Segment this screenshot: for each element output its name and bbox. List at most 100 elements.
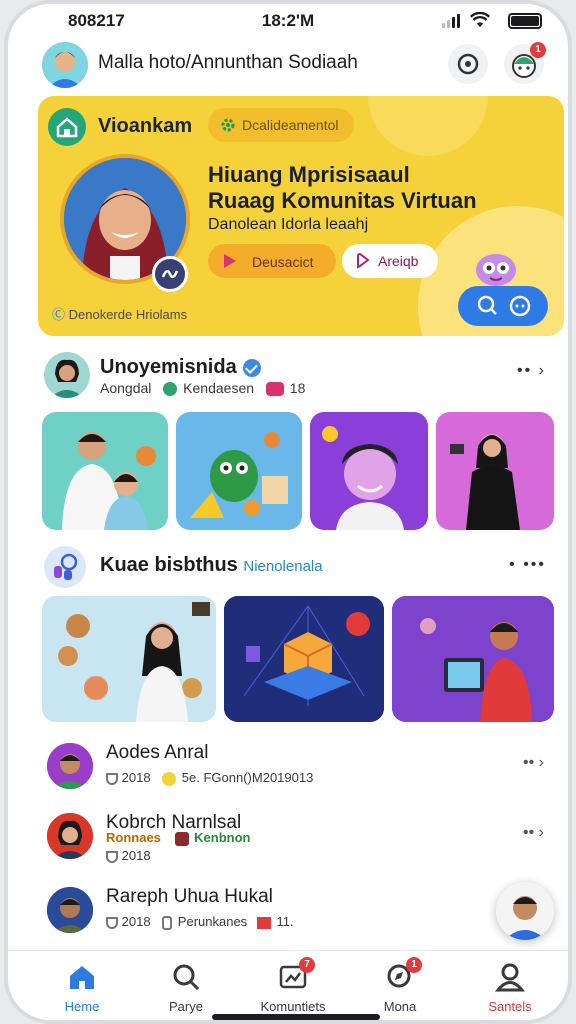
hero-category-badge[interactable]: Dcalideamentol — [208, 108, 354, 142]
hero-secondary-label: Areiqb — [378, 253, 419, 269]
section2-more-button[interactable]: • ••• — [509, 556, 546, 574]
comment-icon — [162, 915, 173, 930]
compass-icon — [457, 53, 479, 75]
section-more-button[interactable]: •• › — [517, 362, 546, 380]
list-meta-3: 2018 Perunkanes 11. — [106, 914, 294, 930]
section-title-text: Unoyemisnida — [100, 356, 237, 378]
nav-explore-label: Mona — [383, 999, 417, 1014]
list-name-3: Rareph Uhua Hukal — [106, 886, 273, 907]
search-chat-icon — [477, 295, 531, 317]
top-header: Malla hoto/Annunthan Sodiaah 1 — [8, 38, 568, 94]
hero-title-line2: Ruaag Komunitas Virtuan — [208, 188, 477, 213]
list-meta-1-date: 2018 — [121, 770, 151, 785]
profile-icon — [494, 963, 526, 992]
section2-title-text: Kuae bisbthus — [100, 554, 238, 576]
section-featured-header: Unoyemisnida Aongdal Kendaesen 18 •• › — [8, 350, 568, 406]
nav-home-label: Heme — [64, 999, 100, 1014]
section2-link[interactable]: Nienolenala — [243, 558, 322, 575]
signal-icon — [442, 14, 460, 28]
nav-communities-label: Komuntiets — [260, 999, 326, 1014]
list-meta-1: 2018 5e. FGonn()M2019013 — [106, 770, 313, 786]
profile-avatar-icon — [496, 882, 554, 940]
list-meta-2: 2018 — [106, 848, 151, 863]
list-item-3[interactable]: Rareph Uhua Hukal 2018 Perunkanes 11. — [8, 878, 568, 942]
wave-icon — [161, 269, 179, 279]
list-more-2[interactable]: •• › — [523, 824, 544, 842]
list-more-1[interactable]: •• › — [523, 754, 544, 772]
explore-badge: 1 — [406, 957, 422, 973]
nav-profile-label: Santels — [488, 999, 532, 1014]
hero-banner[interactable]: Vioankam Dcalideamentol Hiuang Mprisisaa… — [38, 96, 564, 336]
phone-frame: 808217 18:2'M Malla hoto/Annunthan Sodia… — [4, 0, 572, 1024]
hero-footer-label: Denokerde Hriolams — [68, 307, 188, 322]
nav-communities[interactable]: 7 Komuntiets — [245, 957, 341, 1014]
notifications-button[interactable]: 1 — [504, 42, 546, 84]
user-avatar[interactable] — [42, 42, 88, 88]
leaf-icon — [163, 382, 178, 397]
home-icon — [70, 966, 94, 989]
media-thumb-4[interactable] — [436, 412, 554, 530]
list-tag-2a: Ronnaes — [106, 830, 161, 845]
media-thumb-1[interactable] — [42, 412, 168, 530]
list-name-1: Aodes Anral — [106, 742, 209, 763]
notification-badge: 1 — [530, 42, 546, 58]
nav-profile[interactable]: Santels — [462, 961, 558, 1014]
list-item-2[interactable]: Kobrch Narnlsal Ronnaes Kenbnon 2018 •• … — [8, 804, 568, 868]
list-item-1[interactable]: Aodes Anral 2018 5e. FGonn()M2019013 •• … — [8, 734, 568, 798]
tag-icon — [174, 831, 189, 846]
hero-subtitle: Danolean Idorla leaahj — [208, 216, 369, 233]
community-icon — [54, 553, 78, 580]
section-trending-header: Kuae bisbthus Nienolenala • ••• — [8, 544, 568, 590]
hero-footer-text: Ⓒ Denokerde Hriolams — [52, 307, 188, 322]
section2-icon[interactable] — [44, 546, 86, 588]
hero-voice-button[interactable] — [152, 256, 188, 292]
section2-title: Kuae bisbthus Nienolenala — [100, 554, 323, 577]
mascot-icon — [476, 254, 516, 286]
verified-icon — [242, 358, 261, 377]
media-thumb-2[interactable] — [176, 412, 302, 530]
section-avatar[interactable] — [44, 352, 90, 398]
list-avatar-2 — [44, 810, 96, 862]
media-thumb-6[interactable] — [224, 596, 384, 722]
nav-home[interactable]: Heme — [34, 961, 130, 1014]
list-meta-3-date: 2018 — [121, 914, 151, 929]
section-meta-text: Aongdal — [100, 380, 152, 396]
compass-button[interactable] — [448, 44, 488, 84]
nav-search[interactable]: Parye — [138, 961, 234, 1014]
list-meta-1-extra: 5e. FGonn()M2019013 — [181, 770, 314, 785]
bottom-navigation: Heme Parye 7 Komuntiets 1 Mona Santels — [8, 950, 568, 1020]
list-meta-3-extra: Perunkanes — [177, 914, 248, 929]
list-tag-2b: Kenbnon — [194, 830, 251, 845]
section-meta-tag: Kendaesen — [183, 380, 255, 396]
wifi-icon — [470, 12, 490, 27]
list-tags-2: Ronnaes Kenbnon — [106, 830, 250, 846]
section-meta: Aongdal Kendaesen 18 — [100, 380, 306, 397]
coin-icon — [162, 771, 177, 786]
hero-primary-button[interactable]: Deusacict — [208, 244, 336, 278]
hero-search-pill[interactable] — [458, 286, 548, 326]
floating-profile-button[interactable] — [496, 882, 554, 940]
section-meta-count: 18 — [289, 380, 306, 396]
home-indicator[interactable] — [212, 1014, 380, 1020]
hero-badge-label: Dcalideamentol — [242, 117, 339, 133]
hero-title-line1: Hiuang Mprisisaaul — [208, 162, 410, 187]
media-thumb-5[interactable] — [42, 596, 216, 722]
nav-search-label: Parye — [169, 999, 203, 1014]
list-avatar-1 — [44, 740, 96, 792]
search-icon — [173, 964, 200, 991]
section-title: Unoyemisnida — [100, 356, 261, 379]
media-thumb-7[interactable] — [392, 596, 554, 722]
media-thumb-3[interactable] — [310, 412, 428, 530]
nav-explore[interactable]: 1 Mona — [352, 957, 448, 1014]
hero-secondary-button[interactable]: Areiqb — [342, 244, 438, 278]
home-badge-button[interactable] — [48, 108, 86, 146]
heart-icon — [106, 772, 118, 785]
play-icon — [224, 254, 236, 268]
hero-brand: Vioankam — [98, 115, 193, 137]
communities-badge: 7 — [299, 957, 315, 973]
battery-icon — [508, 13, 542, 29]
heart-icon — [106, 850, 118, 863]
list-avatar-3 — [44, 884, 96, 936]
hero-primary-label: Deusacict — [252, 254, 314, 270]
status-bar: 808217 18:2'M — [8, 4, 568, 38]
